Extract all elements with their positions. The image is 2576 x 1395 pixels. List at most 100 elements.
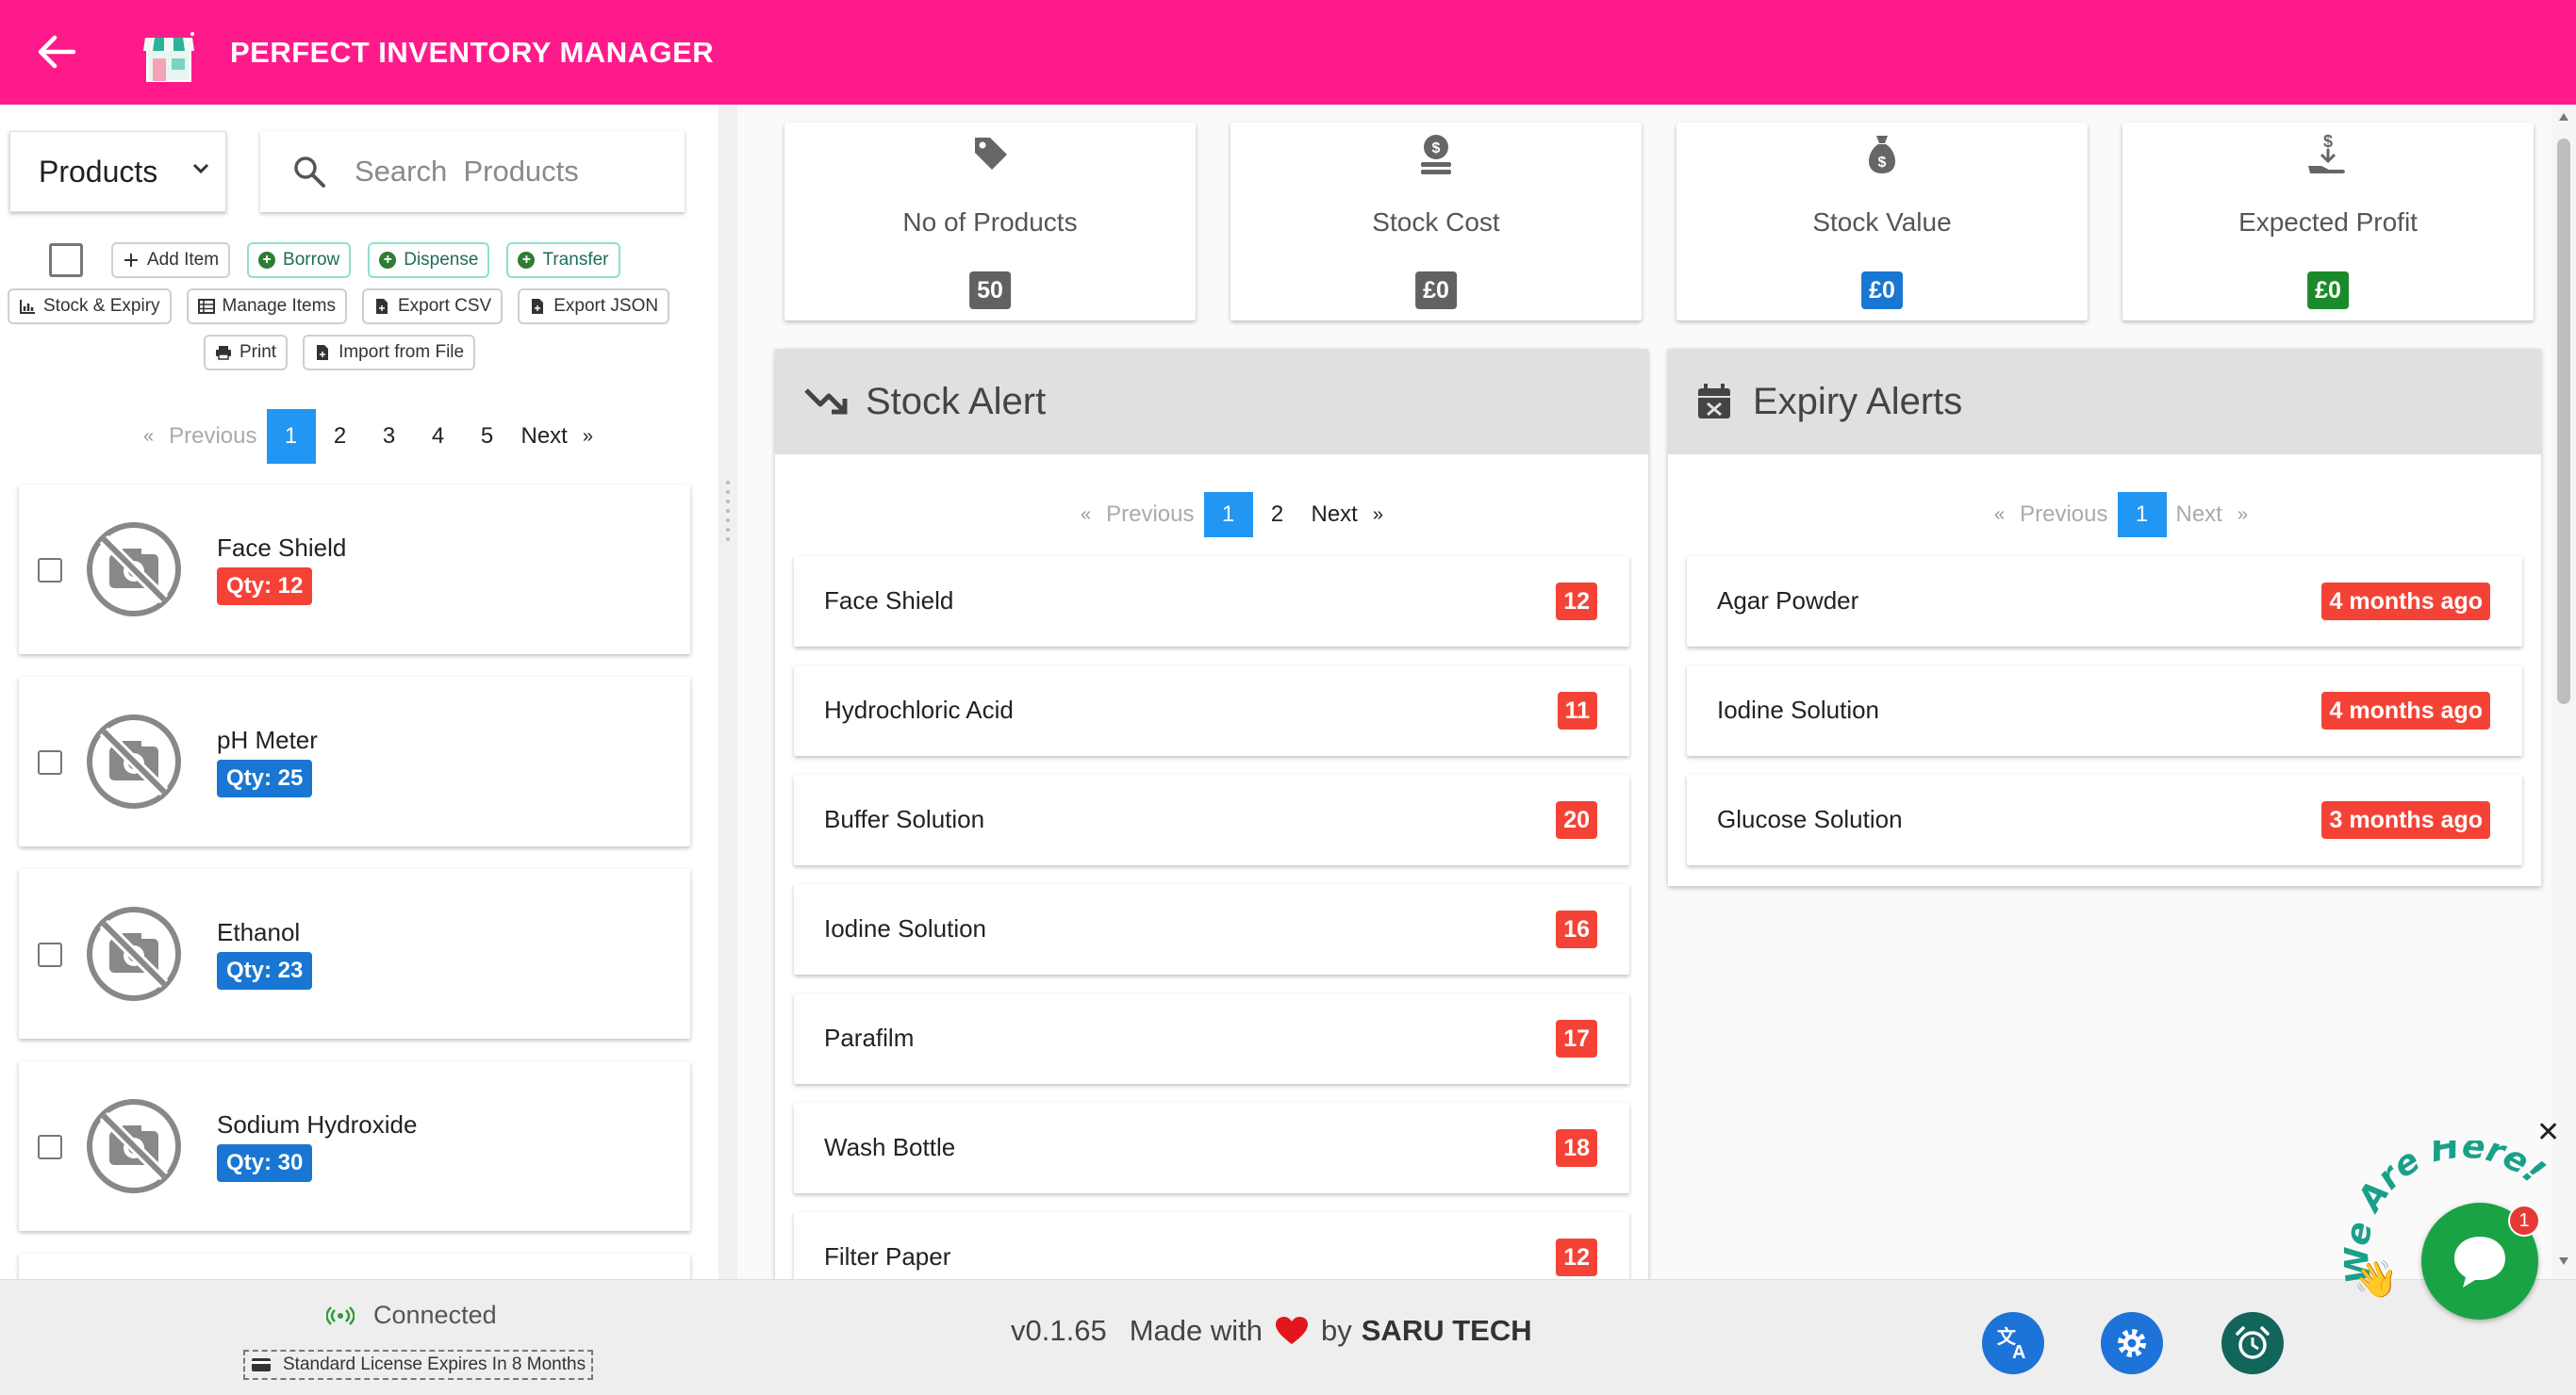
money-bag-icon: $ (1869, 136, 1895, 173)
previous-page-button[interactable]: Previous (159, 409, 266, 464)
product-checkbox[interactable] (38, 750, 62, 775)
next-page-button[interactable]: Next (2167, 492, 2232, 537)
products-sidebar: Products Add Item + Borrow + Dispense + Tra… (0, 105, 718, 1279)
double-right-icon: » (2237, 503, 2248, 525)
app-header: PERFECT INVENTORY MANAGER (0, 0, 2576, 105)
item-name: Face Shield (824, 586, 954, 615)
stock-alert-row[interactable]: Face Shield 12 (794, 556, 1629, 647)
quantity-badge: Qty: 23 (217, 952, 313, 990)
select-all-checkbox[interactable] (49, 243, 83, 277)
count-badge: 12 (1556, 1239, 1597, 1276)
stock-alert-panel: Stock Alert « Previous 1 2 Next » Face S… (775, 349, 1648, 1303)
expiry-alert-row[interactable]: Iodine Solution 4 months ago (1687, 665, 2522, 756)
page-1-button[interactable]: 1 (266, 409, 316, 464)
plus-icon (123, 252, 140, 269)
add-item-button[interactable]: Add Item (111, 242, 231, 278)
product-name: Ethanol (217, 918, 301, 946)
print-button[interactable]: Print (204, 335, 289, 370)
stock-alert-row[interactable]: Hydrochloric Acid 11 (794, 665, 1629, 756)
quantity-badge: Qty: 12 (217, 567, 313, 605)
page-2-button[interactable]: 2 (1253, 492, 1302, 537)
scrollbar-thumb[interactable] (2557, 139, 2570, 704)
stat-card-stock-value: $ Stock Value £0 (1676, 123, 2088, 320)
translate-button[interactable]: 文A (1982, 1312, 2044, 1374)
manage-items-label: Manage Items (222, 296, 336, 316)
status-bar: Connected Standard License Expires In 8 … (0, 1279, 2576, 1395)
signal-icon (326, 1305, 355, 1325)
product-card[interactable]: Face Shield Qty: 12 (19, 484, 690, 654)
stock-alert-header: Stock Alert (775, 349, 1648, 454)
stat-card-expected-profit: $ Expected Profit £0 (2122, 123, 2534, 320)
item-name: Glucose Solution (1717, 805, 1903, 833)
stock-alert-row[interactable]: Wash Bottle 18 (794, 1103, 1629, 1193)
products-pagination: « Previous 1 2 3 4 5 Next » (138, 409, 599, 464)
product-card[interactable] (19, 1254, 690, 1279)
export-csv-button[interactable]: Export CSV (361, 288, 504, 324)
stat-label: Stock Cost (1372, 207, 1500, 237)
export-json-label: Export JSON (553, 296, 659, 316)
stock-alert-pagination: « Previous 1 2 Next » (1075, 492, 1389, 537)
category-select[interactable]: Products (9, 131, 226, 212)
transfer-button[interactable]: + Transfer (506, 242, 620, 278)
store-logo-icon (140, 28, 198, 87)
page-5-button[interactable]: 5 (463, 409, 512, 464)
previous-page-button[interactable]: Previous (2010, 492, 2117, 537)
stock-alert-row[interactable]: Iodine Solution 16 (794, 884, 1629, 975)
count-badge: 20 (1556, 801, 1597, 839)
next-page-button[interactable]: Next (1302, 492, 1367, 537)
stock-alert-row[interactable]: Buffer Solution 20 (794, 775, 1629, 865)
page-4-button[interactable]: 4 (414, 409, 463, 464)
stock-alert-row[interactable]: Parafilm 17 (794, 993, 1629, 1084)
product-checkbox[interactable] (38, 558, 62, 583)
product-card[interactable]: Sodium Hydroxide Qty: 30 (19, 1061, 690, 1231)
settings-button[interactable] (2101, 1312, 2163, 1374)
scroll-up-icon[interactable] (2558, 112, 2569, 122)
panel-divider[interactable] (718, 105, 737, 1279)
previous-page-button[interactable]: Previous (1097, 492, 1203, 537)
svg-text:$: $ (1432, 140, 1441, 156)
product-checkbox[interactable] (38, 1135, 62, 1159)
plus-circle-icon: + (518, 252, 536, 269)
page-3-button[interactable]: 3 (365, 409, 414, 464)
bar-chart-icon (19, 298, 36, 315)
search-box (260, 131, 685, 212)
stat-card-products: No of Products 50 (784, 123, 1196, 320)
expiry-alerts-header: Expiry Alerts (1668, 349, 2541, 454)
trending-down-icon (804, 388, 848, 415)
export-json-button[interactable]: Export JSON (518, 288, 670, 324)
product-card[interactable]: pH Meter Qty: 25 (19, 677, 690, 846)
manage-items-button[interactable]: Manage Items (186, 288, 347, 324)
no-photo-icon (87, 1099, 181, 1193)
expiry-alert-row[interactable]: Glucose Solution 3 months ago (1687, 775, 2522, 865)
borrow-button[interactable]: + Borrow (247, 242, 352, 278)
page-2-button[interactable]: 2 (316, 409, 365, 464)
page-scrollbar[interactable] (2551, 105, 2576, 1279)
version-label: v0.1.65 (1011, 1314, 1107, 1347)
product-checkbox[interactable] (38, 943, 62, 967)
item-name: Agar Powder (1717, 586, 1859, 615)
no-photo-icon (87, 522, 181, 616)
page-1-button[interactable]: 1 (1203, 492, 1253, 537)
page-1-button[interactable]: 1 (2117, 492, 2167, 537)
no-photo-icon (87, 907, 181, 1001)
next-page-button[interactable]: Next (512, 409, 577, 464)
item-name: Parafilm (824, 1024, 915, 1052)
item-name: Iodine Solution (824, 914, 987, 943)
toolbar-row-1: Add Item + Borrow + Dispense + Transfer (49, 242, 620, 278)
expiry-alert-row[interactable]: Agar Powder 4 months ago (1687, 556, 2522, 647)
resize-handle-icon[interactable] (723, 481, 733, 541)
printer-icon (215, 344, 232, 361)
import-file-button[interactable]: Import from File (303, 335, 476, 370)
dispense-button[interactable]: + Dispense (368, 242, 490, 278)
add-item-label: Add Item (147, 250, 220, 270)
product-card[interactable]: Ethanol Qty: 23 (19, 869, 690, 1039)
chat-widget[interactable]: We Are Here! 👋 1 (2337, 1126, 2561, 1329)
alarm-clock-icon (2236, 1326, 2270, 1359)
money-stack-icon: $ (1421, 135, 1451, 174)
plus-circle-icon: + (379, 252, 397, 269)
alarm-button[interactable] (2221, 1312, 2284, 1374)
search-input[interactable] (355, 155, 656, 189)
table-icon (197, 298, 215, 315)
stock-expiry-button[interactable]: Stock & Expiry (8, 288, 172, 324)
back-arrow-icon[interactable] (28, 24, 85, 80)
